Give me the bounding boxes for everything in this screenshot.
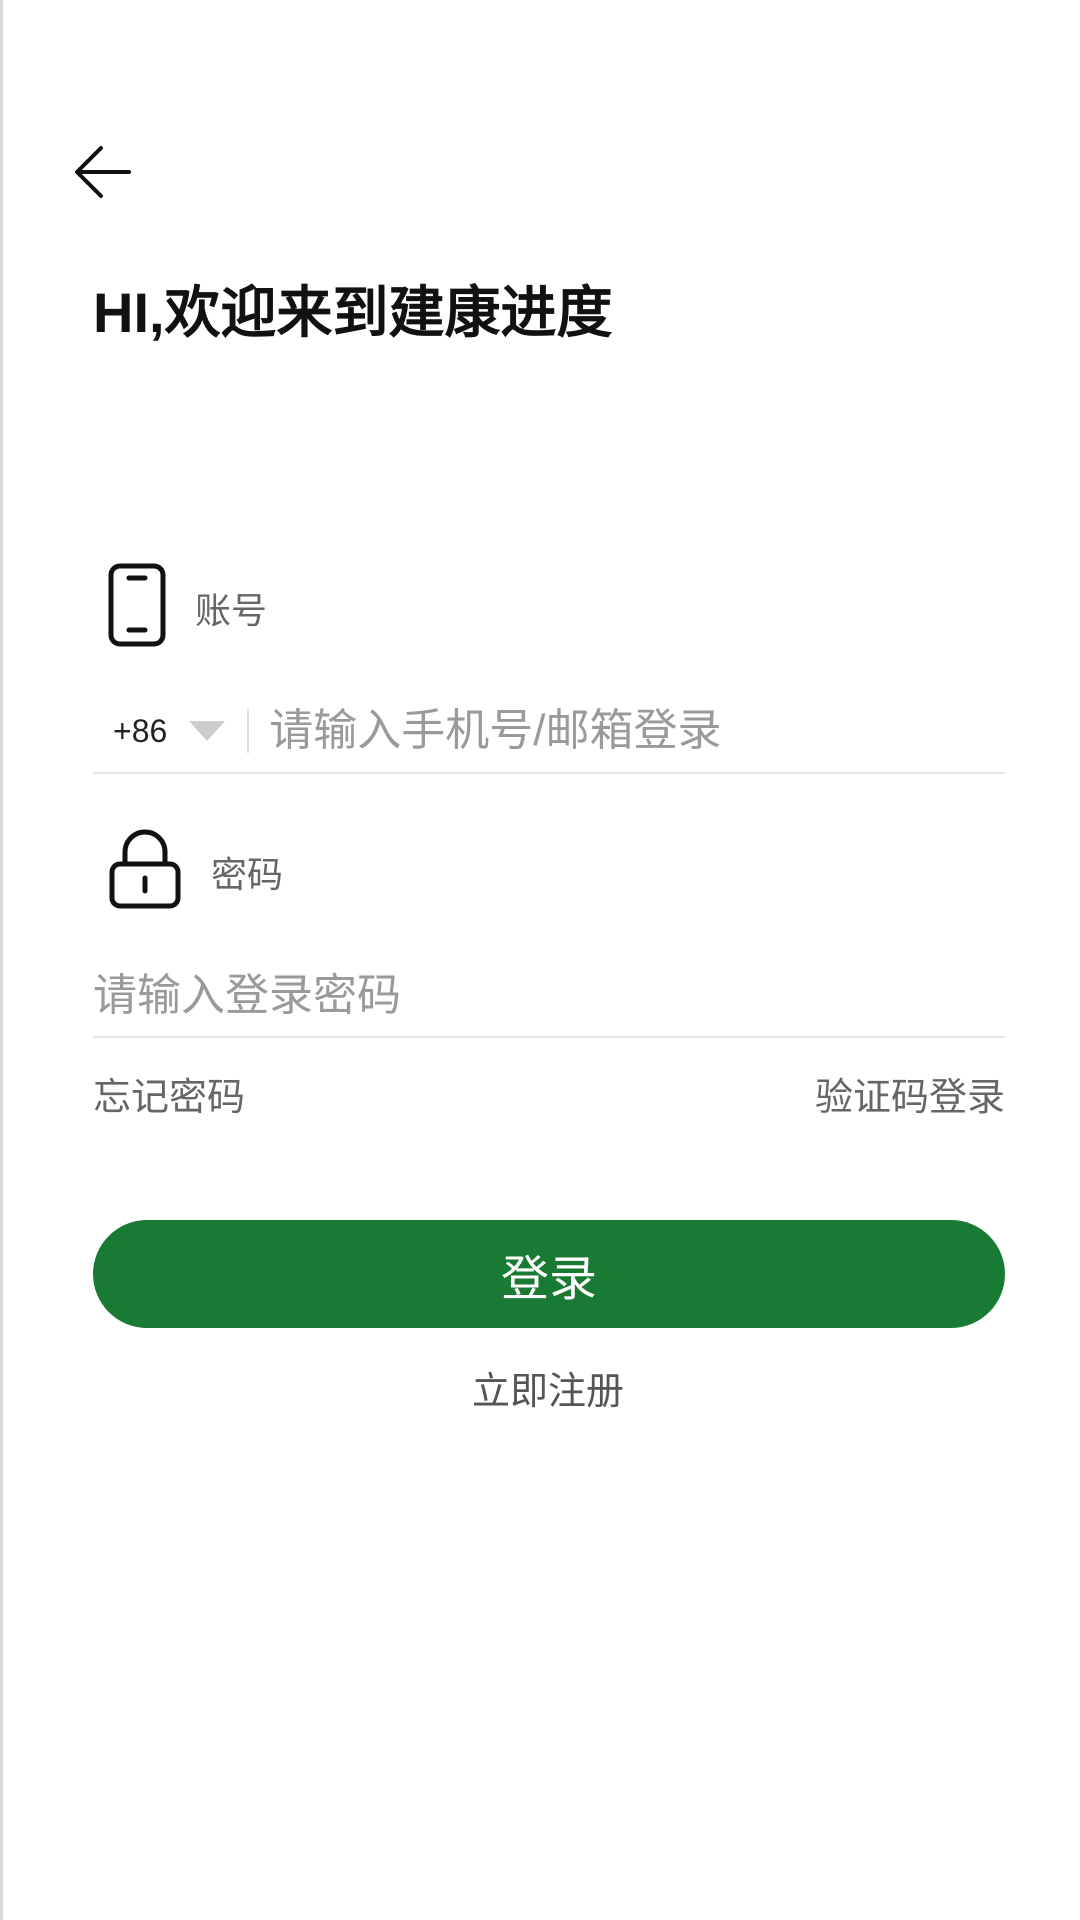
page-title: HI,欢迎来到建康进度 (93, 281, 613, 344)
account-input-row: +86 (93, 690, 1005, 774)
password-input[interactable] (93, 971, 993, 1021)
lock-icon (107, 828, 183, 915)
sms-login-link[interactable]: 验证码登录 (815, 1066, 1005, 1121)
divider (247, 709, 250, 753)
forgot-password-link[interactable]: 忘记密码 (93, 1066, 245, 1121)
phone-icon (107, 562, 167, 653)
password-label-row: 密码 (107, 828, 283, 915)
caret-down-icon[interactable] (189, 721, 226, 741)
auth-links-row: 忘记密码 验证码登录 (93, 1066, 1005, 1121)
back-button[interactable] (71, 140, 135, 204)
account-label: 账号 (195, 589, 268, 631)
login-screen: HI,欢迎来到建康进度 账号 +86 密码 (0, 0, 1080, 1920)
register-link[interactable]: 立即注册 (3, 1360, 1080, 1415)
arrow-left-icon (75, 146, 131, 198)
password-input-row (93, 956, 1005, 1038)
account-label-row: 账号 (107, 562, 267, 653)
login-button[interactable]: 登录 (93, 1220, 1005, 1328)
account-input[interactable] (269, 706, 970, 756)
password-label: 密码 (211, 853, 284, 895)
country-code-select[interactable]: +86 (113, 713, 167, 750)
